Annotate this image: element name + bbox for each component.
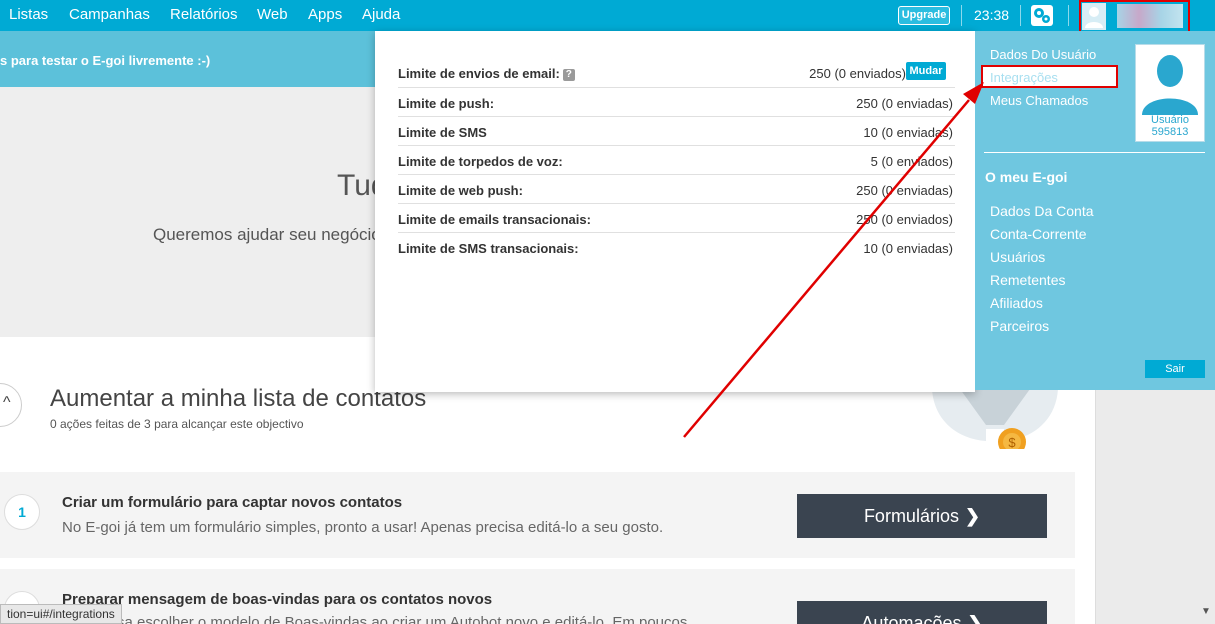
senders-link[interactable]: Remetentes [990,272,1065,288]
user-id: 595813 [1151,126,1189,138]
hero-title: Tudo [337,169,377,202]
chevron-right-icon: ❯ [964,506,981,526]
user-menu-panel: Dados Do Usuário Integrações Meus Chamad… [975,31,1215,390]
limit-value: 10 (0 enviadas) [863,125,953,140]
banner-text: s para testar o E-goi livremente :-) [0,53,211,68]
limit-value: 10 (0 enviadas) [863,241,953,256]
affiliates-link[interactable]: Afiliados [990,295,1043,311]
automations-button[interactable]: Automações ❯ [797,601,1047,624]
goal-progress: 0 ações feitas de 3 para alcançar este o… [50,417,304,431]
user-menu-trigger[interactable] [1079,0,1190,33]
forms-button[interactable]: Formulários ❯ [797,494,1047,538]
limit-label: Limite de web push: [398,183,523,198]
avatar-caption: Usuário [1151,114,1189,126]
nav-separator [1020,5,1021,26]
integrations-link[interactable]: Integrações [990,70,1058,85]
limit-label: Limite de SMS transacionais: [398,241,579,256]
limit-row: Limite de torpedos de voz: 5 (0 enviados… [398,146,955,175]
limit-label: Limite de envios de email:? [398,66,575,81]
avatar-icon [1082,3,1106,30]
limit-label: Limite de push: [398,96,495,111]
menu-divider [984,152,1205,153]
hero-subtitle: Queremos ajudar seu negócio [153,225,375,244]
limit-row: Limite de emails transacionais: 250 (0 e… [398,204,955,233]
nav-separator [1068,5,1069,26]
automations-button-label: Automações [861,613,962,624]
nav-item-campanhas[interactable]: Campanhas [69,6,150,23]
blurred-username [1117,4,1183,28]
limit-row: Limite de envios de email:? 250 (0 envia… [398,58,955,88]
step-row: 1 Criar um formulário para captar novos … [0,472,1075,558]
user-data-link[interactable]: Dados Do Usuário [990,47,1096,62]
collapse-goal-button[interactable]: ^ [0,383,22,427]
nav-item-apps[interactable]: Apps [308,6,342,23]
account-limits-dropdown: Limite de envios de email:? 250 (0 envia… [375,31,975,392]
nav-separator [961,5,962,26]
limit-value: 250 (0 enviadas) [856,96,953,111]
limit-row: Limite de web push: 250 (0 enviadas) [398,175,955,204]
logout-button[interactable]: Sair [1145,360,1205,378]
my-egoi-heading: O meu E-goi [985,169,1068,185]
limit-row: Limite de SMS transacionais: 10 (0 envia… [398,233,955,262]
nav-item-web[interactable]: Web [257,6,288,23]
chevron-right-icon: ❯ [967,613,983,624]
my-tickets-link[interactable]: Meus Chamados [990,93,1088,108]
right-gutter [1095,390,1215,624]
clock: 23:38 [974,7,1010,23]
user-avatar[interactable]: Usuário 595813 [1135,44,1205,142]
user-silhouette-icon [1142,55,1198,115]
goal-title: Aumentar a minha lista de contatos [50,385,427,412]
settings-gear-icon[interactable] [1031,5,1053,26]
limit-row: Limite de push: 250 (0 enviadas) [398,88,955,117]
limit-label: Limite de torpedos de voz: [398,154,563,169]
users-link[interactable]: Usuários [990,249,1045,265]
top-nav-bar: Listas Campanhas Relatórios Web Apps Aju… [0,0,1215,33]
limit-value: 5 (0 enviados) [870,154,953,169]
limit-value: 250 (0 enviadas) [856,183,953,198]
scroll-down-icon[interactable]: ▼ [1201,606,1211,617]
chevron-up-icon: ^ [3,394,11,411]
step-description: No E-goi já tem um formulário simples, p… [62,519,664,536]
current-account-link[interactable]: Conta-Corrente [990,226,1087,242]
change-email-limit-button[interactable]: Mudar [906,62,946,80]
funnel-illustration-icon: $ [932,389,1058,449]
step-title: Criar um formulário para captar novos co… [62,494,403,511]
nav-item-ajuda[interactable]: Ajuda [362,6,400,23]
step-title: Preparar mensagem de boas-vindas para os… [62,591,493,608]
limit-label: Limite de emails transacionais: [398,212,591,227]
limit-value: 250 (0 enviados) [809,66,906,81]
limit-label: Limite de SMS [398,125,487,140]
partners-link[interactable]: Parceiros [990,318,1049,334]
status-bar-url: tion=ui#/integrations [0,604,122,624]
account-data-link[interactable]: Dados Da Conta [990,203,1094,219]
limit-row: Limite de SMS 10 (0 enviadas) [398,117,955,146]
forms-button-label: Formulários [863,506,959,526]
help-icon[interactable]: ? [562,69,575,81]
limit-value: 250 (0 enviados) [856,212,953,227]
step-description: Só precisa escolher o modelo de Boas-vin… [62,614,688,624]
nav-item-relatorios[interactable]: Relatórios [170,6,238,23]
upgrade-button[interactable]: Upgrade [898,6,950,25]
step-number: 1 [4,494,40,530]
svg-text:$: $ [1008,435,1016,449]
nav-item-listas[interactable]: Listas [9,6,48,23]
step-row: Preparar mensagem de boas-vindas para os… [0,569,1075,624]
